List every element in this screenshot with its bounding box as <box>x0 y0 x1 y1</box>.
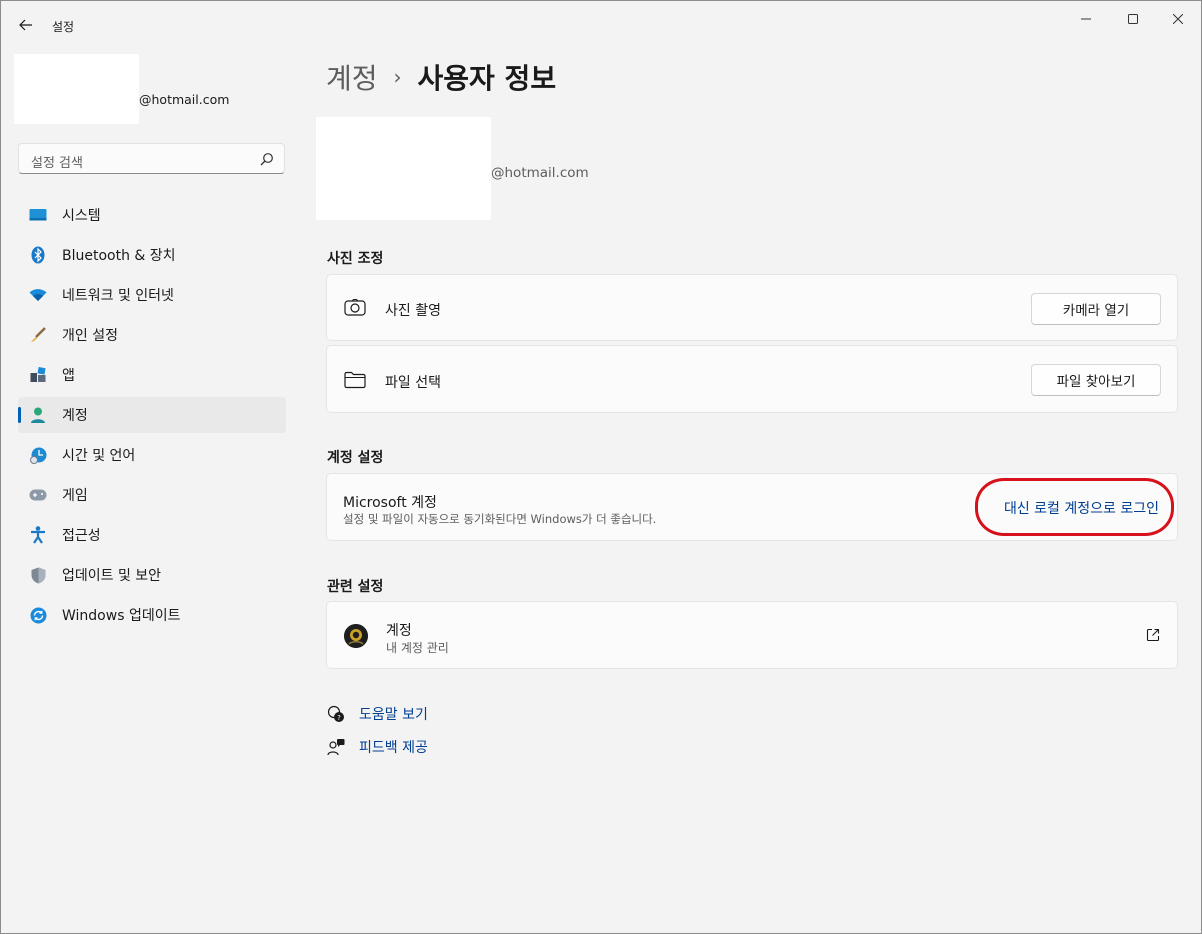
profile-email: @hotmail.com <box>491 165 589 181</box>
open-camera-button[interactable]: 카메라 열기 <box>1031 293 1161 325</box>
apps-icon <box>29 366 47 384</box>
feedback-label: 피드백 제공 <box>359 740 428 756</box>
feedback-icon <box>327 738 345 756</box>
system-icon <box>29 206 47 224</box>
account-avatar <box>344 624 368 648</box>
search-input[interactable]: 설정 검색 <box>18 143 285 174</box>
maximize-icon <box>1128 14 1138 24</box>
sidebar-item-label: 접근성 <box>62 528 101 544</box>
close-button[interactable] <box>1163 7 1193 31</box>
choose-file-card: 파일 선택 파일 찾아보기 <box>326 345 1178 413</box>
open-external-icon <box>1146 628 1160 642</box>
maximize-button[interactable] <box>1118 7 1148 31</box>
get-help-label: 도움말 보기 <box>359 707 428 723</box>
breadcrumb-parent[interactable]: 계정 <box>326 57 378 97</box>
gamepad-icon <box>29 486 47 504</box>
sidebar-item-personalization[interactable]: 개인 설정 <box>18 317 286 353</box>
breadcrumb-separator: › <box>393 65 402 89</box>
close-icon <box>1173 14 1183 24</box>
take-photo-card: 사진 촬영 카메라 열기 <box>326 274 1178 341</box>
microsoft-account-card: Microsoft 계정 설정 및 파일이 자동으로 동기화된다면 Window… <box>326 473 1178 541</box>
account-icon <box>29 406 47 424</box>
app-title: 설정 <box>52 20 75 34</box>
accounts-related-description: 내 계정 관리 <box>386 641 449 655</box>
sidebar-item-label: 게임 <box>62 488 88 504</box>
help-chat-icon: ? <box>327 705 345 723</box>
choose-file-label: 파일 선택 <box>385 375 441 391</box>
sidebar-item-label: 계정 <box>62 408 88 424</box>
sidebar-item-network[interactable]: 네트워크 및 인터넷 <box>18 277 286 313</box>
take-photo-label: 사진 촬영 <box>385 303 441 319</box>
sidebar-item-label: 시스템 <box>62 208 101 224</box>
sidebar-item-label: 앱 <box>62 368 75 384</box>
sidebar-item-label: Bluetooth & 장치 <box>62 248 176 264</box>
sidebar-item-apps[interactable]: 앱 <box>18 357 286 393</box>
sidebar-item-accounts[interactable]: 계정 <box>18 397 286 433</box>
accessibility-icon <box>29 526 47 544</box>
back-button[interactable] <box>11 11 41 39</box>
section-title-account: 계정 설정 <box>327 450 384 466</box>
sidebar-item-update-security[interactable]: 업데이트 및 보안 <box>18 557 286 593</box>
sidebar-item-system[interactable]: 시스템 <box>18 197 286 233</box>
sidebar-nav: 시스템 Bluetooth & 장치 네트워크 및 인터넷 개인 설정 앱 계정 <box>18 197 286 637</box>
sidebar-item-label: 개인 설정 <box>62 328 118 344</box>
sidebar-profile-email: @hotmail.com <box>139 92 230 107</box>
sidebar-item-windows-update[interactable]: Windows 업데이트 <box>18 597 286 633</box>
accounts-related-card[interactable]: 계정 내 계정 관리 <box>326 601 1178 669</box>
search-placeholder: 설정 검색 <box>31 156 83 171</box>
minimize-icon <box>1081 18 1091 20</box>
sidebar-item-label: Windows 업데이트 <box>62 608 181 624</box>
back-arrow-icon <box>19 19 32 31</box>
camera-icon <box>344 297 366 319</box>
sidebar-item-label: 네트워크 및 인터넷 <box>62 288 174 304</box>
microsoft-account-title: Microsoft 계정 <box>343 495 437 511</box>
sidebar-item-bluetooth[interactable]: Bluetooth & 장치 <box>18 237 286 273</box>
sidebar-profile-photo <box>14 54 139 124</box>
local-account-login-link[interactable]: 대신 로컬 계정으로 로그인 <box>1004 498 1159 518</box>
svg-text:?: ? <box>337 714 341 722</box>
update-icon <box>29 606 47 624</box>
page-title: 사용자 정보 <box>417 62 557 95</box>
sidebar-item-time-language[interactable]: 시간 및 언어 <box>18 437 286 473</box>
feedback-link[interactable]: 피드백 제공 <box>327 737 428 757</box>
section-title-photo: 사진 조정 <box>327 251 384 267</box>
sidebar-item-label: 업데이트 및 보안 <box>62 568 162 584</box>
wifi-icon <box>29 286 47 304</box>
microsoft-account-description: 설정 및 파일이 자동으로 동기화된다면 Windows가 더 좋습니다. <box>343 512 657 526</box>
get-help-link[interactable]: ? 도움말 보기 <box>327 704 428 724</box>
folder-icon <box>344 369 366 391</box>
browse-files-button[interactable]: 파일 찾아보기 <box>1031 364 1161 396</box>
sidebar-item-label: 시간 및 언어 <box>62 448 136 464</box>
bluetooth-icon <box>29 246 47 264</box>
accounts-related-title: 계정 <box>386 623 412 639</box>
sidebar-item-accessibility[interactable]: 접근성 <box>18 517 286 553</box>
minimize-button[interactable] <box>1071 7 1101 31</box>
breadcrumb: 계정 › 사용자 정보 <box>326 57 556 97</box>
shield-icon <box>29 566 47 584</box>
brush-icon <box>29 326 47 344</box>
sidebar-item-gaming[interactable]: 게임 <box>18 477 286 513</box>
search-icon <box>260 153 273 166</box>
title-bar: 설정 <box>1 1 1201 49</box>
profile-photo <box>316 117 491 220</box>
section-title-related: 관련 설정 <box>327 579 384 595</box>
time-language-icon <box>29 446 47 464</box>
